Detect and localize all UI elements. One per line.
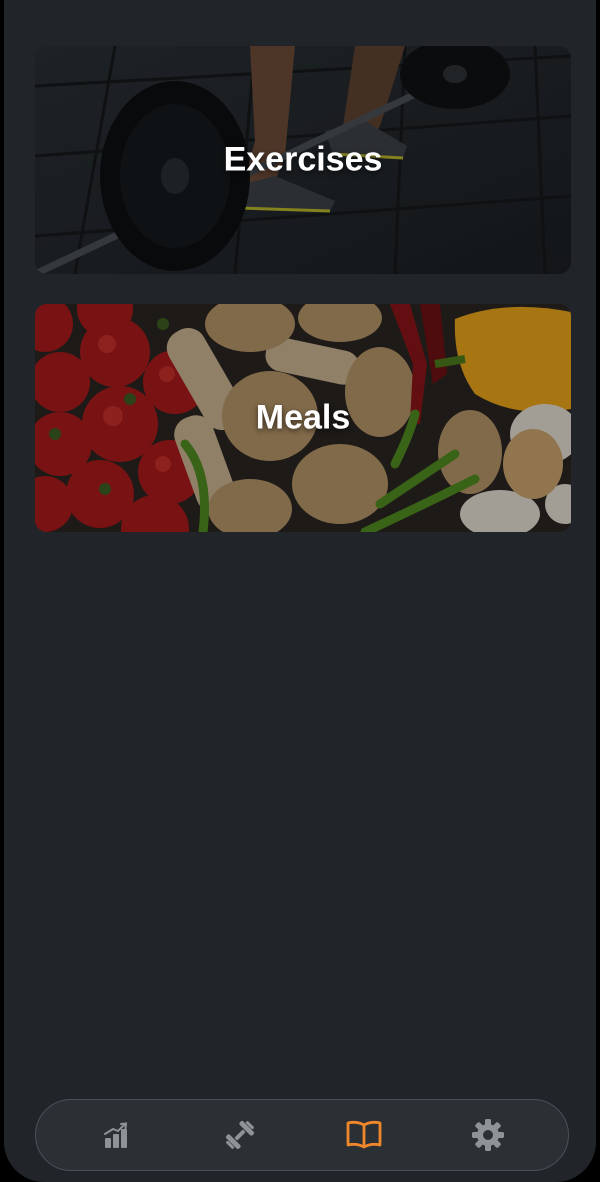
exercises-title: Exercises [223, 140, 383, 179]
exercises-card[interactable]: Exercises [35, 46, 571, 274]
dumbbell-icon [225, 1120, 255, 1150]
tab-workouts[interactable] [205, 1107, 275, 1163]
tab-settings[interactable] [453, 1107, 523, 1163]
app-screen: Exercises Meals [4, 0, 596, 1182]
book-icon [346, 1120, 382, 1149]
meals-card[interactable]: Meals [35, 304, 571, 532]
meals-title: Meals [255, 398, 351, 437]
stats-chart-icon [104, 1122, 128, 1148]
tab-stats[interactable] [81, 1107, 151, 1163]
bottom-tab-bar [35, 1099, 569, 1171]
tab-library[interactable] [329, 1107, 399, 1163]
gear-icon [472, 1119, 504, 1151]
